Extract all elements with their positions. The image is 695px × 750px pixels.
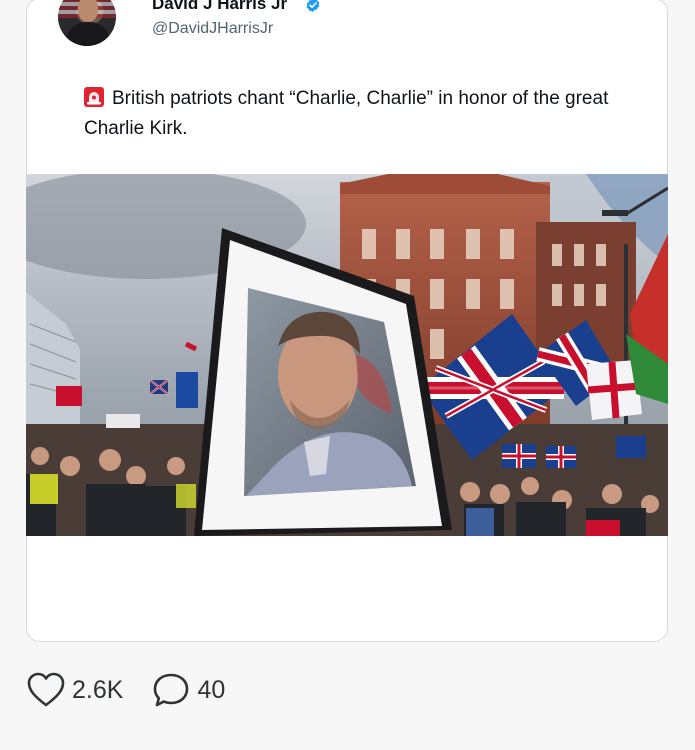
avatar-face [78,0,98,22]
author-handle[interactable]: @DavidJHarrisJr [152,20,273,38]
reply-bubble-icon [154,673,189,707]
reply-count: 40 [197,675,226,704]
engagement-bar: 2.6K 40 [26,670,253,710]
like-button[interactable]: 2.6K [26,671,123,709]
rally-photo [26,174,668,536]
author-avatar[interactable] [58,0,116,46]
heart-icon [27,672,65,707]
avatar-shirt [66,22,110,46]
video-thumbnail[interactable] [26,174,668,536]
reply-button[interactable]: 40 [151,671,225,709]
verified-badge-icon [306,0,320,12]
siren-icon [84,87,104,107]
like-count: 2.6K [72,675,124,704]
post-text-body: British patriots chant “Charlie, Charlie… [84,88,609,139]
post-text: British patriots chant “Charlie, Charlie… [84,84,644,144]
author-name[interactable]: David J Harris Jr [152,0,287,14]
